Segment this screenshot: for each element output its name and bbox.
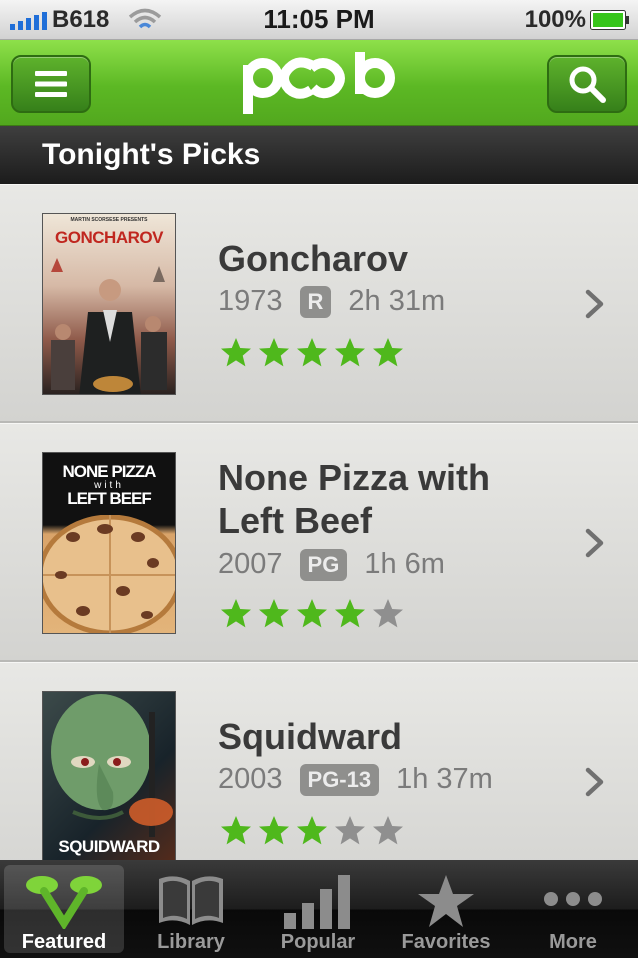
star-icon xyxy=(418,875,474,927)
movie-title: Squidward xyxy=(218,716,403,757)
movie-title-line2: Left Beef xyxy=(218,500,373,541)
poster-figure-icon xyxy=(51,258,167,394)
movie-poster: MARTIN SCORSESE PRESENTS GONCHAROV xyxy=(42,213,176,395)
chevron-right-icon xyxy=(585,289,604,319)
battery-icon xyxy=(590,10,629,30)
poster-title: GONCHAROV xyxy=(55,228,163,247)
search-button[interactable] xyxy=(547,55,627,113)
star-empty-icon xyxy=(373,599,403,628)
rating-badge: R xyxy=(299,285,332,318)
star-filled-icon xyxy=(297,599,327,628)
movie-duration: 2h 31m xyxy=(348,285,446,317)
star-filled-icon xyxy=(335,338,365,367)
section-header: Tonight's Picks xyxy=(0,126,638,184)
tab-popular[interactable]: Popular xyxy=(258,865,378,953)
movie-title: Goncharov xyxy=(218,238,409,279)
featured-icon xyxy=(26,876,102,929)
tab-label: Library xyxy=(157,931,225,953)
tab-label: More xyxy=(549,931,597,953)
book-icon xyxy=(159,876,223,925)
tab-featured[interactable]: Featured xyxy=(4,865,124,953)
tab-label: Popular xyxy=(280,931,356,953)
app-logo xyxy=(243,52,395,114)
movie-list: MARTIN SCORSESE PRESENTS GONCHAROV Gonch… xyxy=(0,184,638,860)
poster-title-line1: NONE PIZZA xyxy=(62,462,157,481)
star-filled-icon xyxy=(221,338,251,367)
movie-poster: SQUIDWARD xyxy=(42,691,176,860)
section-title: Tonight's Picks xyxy=(42,138,261,171)
star-filled-icon xyxy=(297,338,327,367)
movie-year: 2007 xyxy=(218,548,283,580)
pizza-icon xyxy=(43,515,175,633)
star-empty-icon xyxy=(335,816,365,845)
menu-button[interactable] xyxy=(11,55,91,113)
star-filled-icon xyxy=(259,599,289,628)
status-bar: B618 11:05 PM 100% xyxy=(0,0,638,40)
tab-favorites[interactable]: Favorites xyxy=(386,865,506,953)
star-filled-icon xyxy=(259,338,289,367)
movie-meta: 2007 PG 1h 6m xyxy=(218,548,445,581)
poster-credit: MARTIN SCORSESE PRESENTS xyxy=(70,217,148,223)
rating-badge: PG xyxy=(299,548,348,581)
menu-icon xyxy=(35,71,67,97)
movie-meta: 2003 PG-13 1h 37m xyxy=(218,763,493,796)
star-empty-icon xyxy=(373,816,403,845)
tab-label: Favorites xyxy=(401,931,491,953)
movie-title-line1: None Pizza with xyxy=(218,457,491,498)
search-icon xyxy=(569,66,606,103)
tab-more[interactable]: More xyxy=(513,865,633,953)
battery-percentage: 100% xyxy=(524,6,586,33)
star-filled-icon xyxy=(259,816,289,845)
chevron-right-icon xyxy=(585,767,604,797)
star-filled-icon xyxy=(373,338,403,367)
star-filled-icon xyxy=(221,599,251,628)
movie-title: None Pizza with Left Beef xyxy=(218,456,490,542)
movie-duration: 1h 37m xyxy=(396,763,493,795)
movie-duration: 1h 6m xyxy=(364,548,445,580)
movie-year: 2003 xyxy=(218,763,283,795)
movie-row[interactable]: SQUIDWARD Squidward 2003 PG-13 1h 37m xyxy=(0,662,638,860)
poster-title-line3: LEFT BEEF xyxy=(67,489,152,508)
tab-library[interactable]: Library xyxy=(131,865,251,953)
star-filled-icon xyxy=(297,816,327,845)
rating-badge: PG-13 xyxy=(299,763,380,796)
movie-row[interactable]: NONE PIZZA with LEFT BEEF None Pizza wit… xyxy=(0,423,638,662)
movie-meta: 1973 R 2h 31m xyxy=(218,285,445,318)
movie-year: 1973 xyxy=(218,285,283,317)
tab-label: Featured xyxy=(21,931,107,953)
tab-bar: Featured Library Popular Favorites More xyxy=(0,860,638,958)
bar-chart-icon xyxy=(284,875,350,929)
star-filled-icon xyxy=(335,599,365,628)
poster-title: SQUIDWARD xyxy=(58,837,160,856)
squidward-face-icon xyxy=(51,694,173,837)
more-icon xyxy=(544,892,602,906)
movie-poster: NONE PIZZA with LEFT BEEF xyxy=(42,452,176,634)
star-filled-icon xyxy=(221,816,251,845)
movie-row[interactable]: MARTIN SCORSESE PRESENTS GONCHAROV Gonch… xyxy=(0,184,638,423)
chevron-right-icon xyxy=(585,528,604,558)
